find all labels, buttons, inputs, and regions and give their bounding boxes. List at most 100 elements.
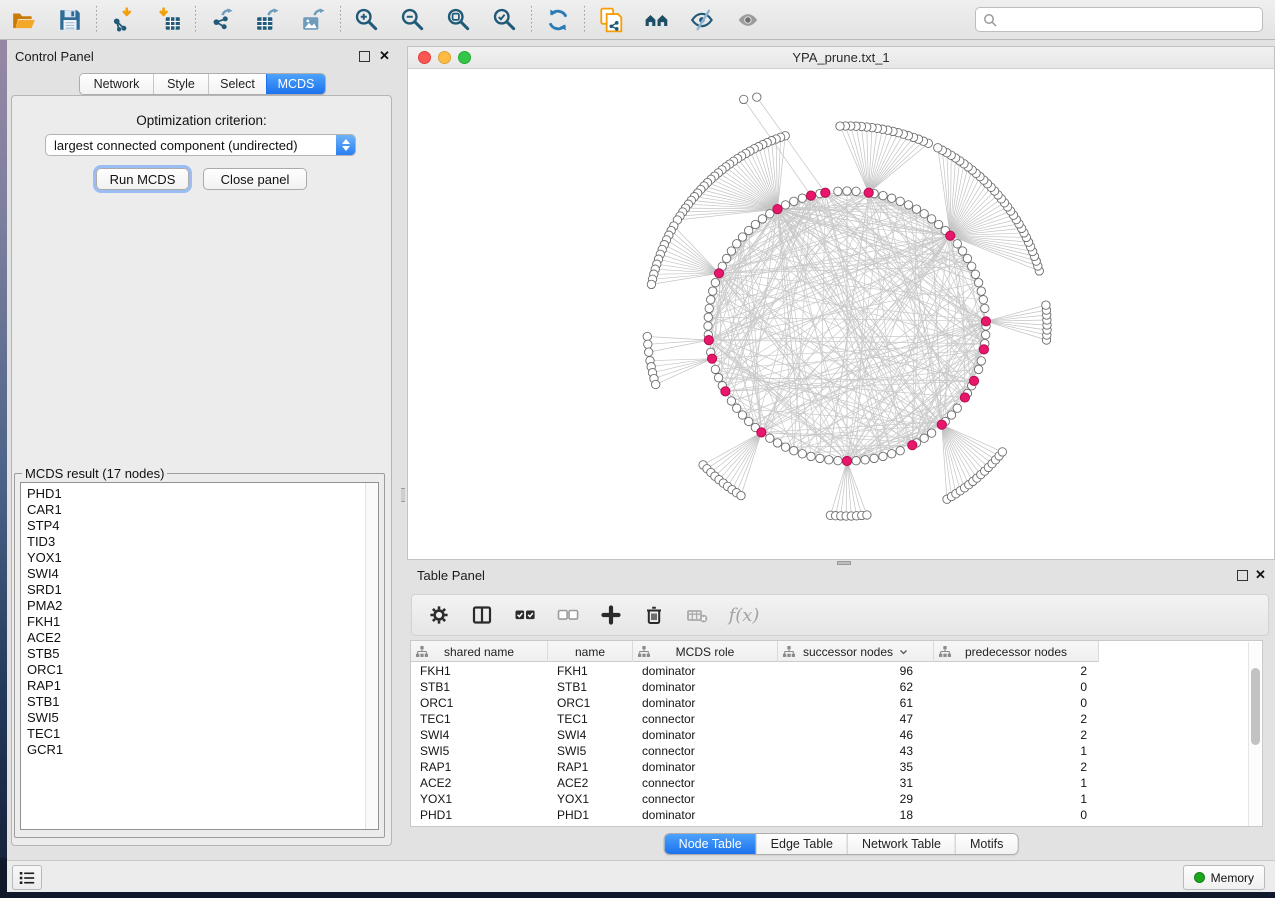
table-cell[interactable]: dominator	[633, 759, 778, 775]
search-input[interactable]	[998, 13, 1256, 27]
clone-network-button[interactable]	[597, 6, 625, 34]
save-session-button[interactable]	[56, 6, 84, 34]
table-cell[interactable]: ACE2	[411, 775, 548, 791]
mcds-result-item[interactable]: SWI4	[27, 566, 378, 582]
tab-mcds[interactable]: MCDS	[266, 74, 325, 94]
table-cell[interactable]: 61	[778, 695, 934, 711]
table-cell[interactable]: TEC1	[411, 711, 548, 727]
table-row[interactable]: YOX1YOX1connector291	[411, 791, 1262, 807]
mcds-result-item[interactable]: PMA2	[27, 598, 378, 614]
settings-gear-button[interactable]	[426, 602, 452, 628]
table-row[interactable]: PHD1PHD1dominator180	[411, 807, 1262, 823]
table-cell[interactable]: dominator	[633, 663, 778, 679]
show-all-button[interactable]	[735, 6, 763, 34]
table-row[interactable]: FKH1FKH1dominator962	[411, 663, 1262, 679]
table-cell[interactable]: RAP1	[548, 759, 633, 775]
add-column-button[interactable]	[598, 602, 624, 628]
table-scrollbar[interactable]	[1248, 642, 1261, 826]
table-cell[interactable]: FKH1	[548, 663, 633, 679]
export-table-button[interactable]	[254, 6, 282, 34]
table-cell[interactable]: 96	[778, 663, 934, 679]
zoom-in-button[interactable]	[353, 6, 381, 34]
vertical-splitter[interactable]	[399, 40, 407, 862]
table-row[interactable]: ACE2ACE2connector311	[411, 775, 1262, 791]
mcds-result-item[interactable]: TID3	[27, 534, 378, 550]
table-row[interactable]: SWI4SWI4dominator462	[411, 727, 1262, 743]
tab-network-table[interactable]: Network Table	[847, 834, 955, 854]
table-cell[interactable]: 0	[934, 695, 1099, 711]
mcds-result-item[interactable]: STP4	[27, 518, 378, 534]
deselect-all-checkboxes-button[interactable]	[555, 602, 581, 628]
tab-network[interactable]: Network	[80, 74, 153, 94]
optimization-criterion-dropdown[interactable]: largest connected component (undirected)	[45, 134, 356, 156]
table-cell[interactable]: dominator	[633, 679, 778, 695]
mcds-result-item[interactable]: PHD1	[27, 486, 378, 502]
network-graph[interactable]	[408, 69, 1274, 559]
control-panel-close-button[interactable]: ✕	[379, 50, 390, 61]
import-table-button[interactable]	[155, 6, 183, 34]
table-cell[interactable]: 46	[778, 727, 934, 743]
table-cell[interactable]: 62	[778, 679, 934, 695]
mcds-result-item[interactable]: STB5	[27, 646, 378, 662]
tab-style[interactable]: Style	[153, 74, 208, 94]
mcds-result-item[interactable]: RAP1	[27, 678, 378, 694]
mcds-result-item[interactable]: STB1	[27, 694, 378, 710]
table-cell[interactable]: ORC1	[548, 695, 633, 711]
export-image-button[interactable]	[300, 6, 328, 34]
table-cell[interactable]: 31	[778, 775, 934, 791]
tab-select[interactable]: Select	[208, 74, 266, 94]
table-panel-close-button[interactable]: ✕	[1255, 569, 1266, 580]
zoom-out-button[interactable]	[399, 6, 427, 34]
table-cell[interactable]: SWI4	[548, 727, 633, 743]
refresh-button[interactable]	[544, 6, 572, 34]
mcds-result-item[interactable]: ACE2	[27, 630, 378, 646]
table-row[interactable]: SWI5SWI5connector431	[411, 743, 1262, 759]
search-field[interactable]	[975, 7, 1263, 32]
table-cell[interactable]: PHD1	[411, 807, 548, 823]
table-cell[interactable]: 47	[778, 711, 934, 727]
vertical-splitter-grip[interactable]	[401, 488, 405, 502]
table-cell[interactable]: dominator	[633, 807, 778, 823]
open-file-button[interactable]	[10, 6, 38, 34]
result-list-scrollbar[interactable]	[365, 483, 378, 829]
table-row[interactable]: RAP1RAP1dominator352	[411, 759, 1262, 775]
table-row[interactable]: ORC1ORC1dominator610	[411, 695, 1262, 711]
table-cell[interactable]: dominator	[633, 727, 778, 743]
split-columns-button[interactable]	[469, 602, 495, 628]
table-cell[interactable]: connector	[633, 775, 778, 791]
table-cell[interactable]: ACE2	[548, 775, 633, 791]
mcds-result-item[interactable]: YOX1	[27, 550, 378, 566]
horizontal-splitter-grip[interactable]	[837, 561, 851, 565]
table-cell[interactable]: STB1	[411, 679, 548, 695]
table-cell[interactable]: 35	[778, 759, 934, 775]
table-cell[interactable]: 0	[934, 807, 1099, 823]
hide-selected-button[interactable]	[689, 6, 717, 34]
table-cell[interactable]: 2	[934, 727, 1099, 743]
zoom-fit-button[interactable]	[445, 6, 473, 34]
control-panel-float-button[interactable]	[359, 51, 370, 62]
column-header-name[interactable]: name	[548, 641, 633, 662]
table-row[interactable]: TEC1TEC1connector472	[411, 711, 1262, 727]
export-network-button[interactable]	[208, 6, 236, 34]
memory-button[interactable]: Memory	[1183, 865, 1265, 890]
table-cell[interactable]: connector	[633, 711, 778, 727]
close-panel-button[interactable]: Close panel	[203, 168, 307, 190]
panel-menu-button[interactable]	[12, 865, 42, 890]
table-cell[interactable]: 1	[934, 775, 1099, 791]
table-cell[interactable]: TEC1	[548, 711, 633, 727]
first-neighbors-button[interactable]	[643, 6, 671, 34]
run-mcds-button[interactable]: Run MCDS	[96, 168, 189, 190]
table-cell[interactable]: 0	[934, 679, 1099, 695]
mcds-result-item[interactable]: SWI5	[27, 710, 378, 726]
mcds-result-item[interactable]: FKH1	[27, 614, 378, 630]
table-cell[interactable]: SWI5	[548, 743, 633, 759]
table-cell[interactable]: 43	[778, 743, 934, 759]
column-header-shared-name[interactable]: shared name	[411, 641, 548, 662]
mcds-result-item[interactable]: GCR1	[27, 742, 378, 758]
tab-node-table[interactable]: Node Table	[665, 834, 756, 854]
table-cell[interactable]: 18	[778, 807, 934, 823]
column-header-predecessor-nodes[interactable]: predecessor nodes	[934, 641, 1099, 662]
zoom-selected-button[interactable]	[491, 6, 519, 34]
table-cell[interactable]: SWI4	[411, 727, 548, 743]
tab-edge-table[interactable]: Edge Table	[756, 834, 847, 854]
